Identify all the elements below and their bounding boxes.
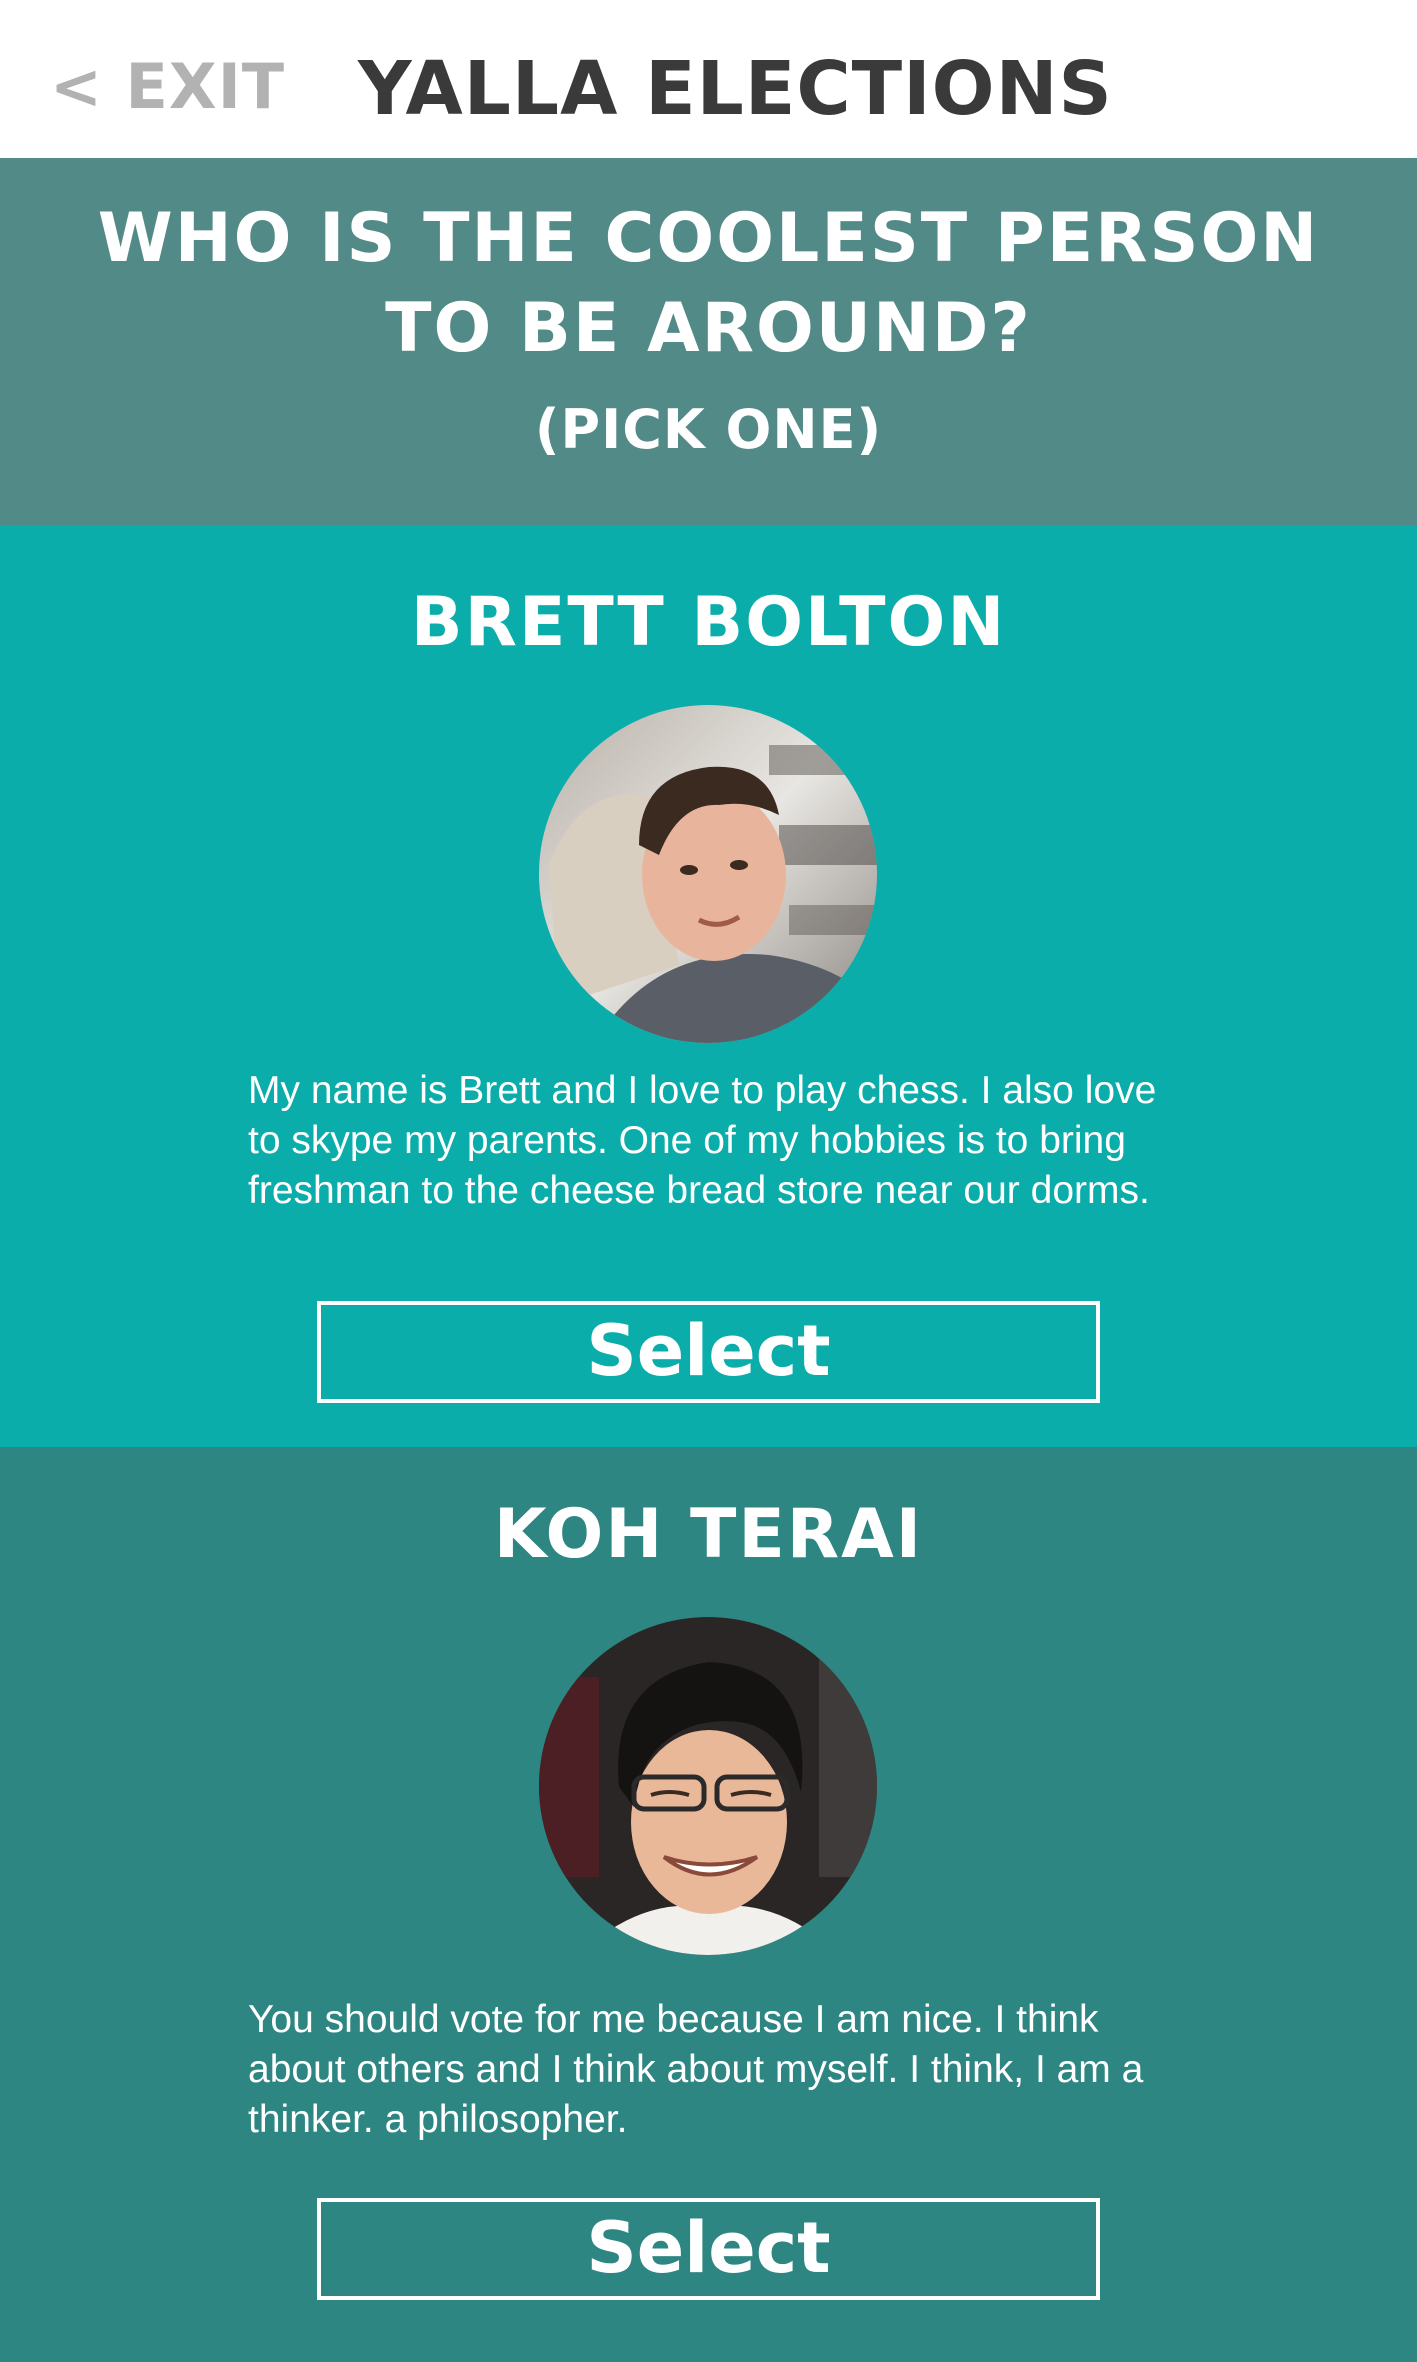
candidate-name: BRETT BOLTON: [410, 583, 1007, 662]
candidate-bio: My name is Brett and I love to play ches…: [248, 1069, 1157, 1212]
avatar-photo-koh-icon: [539, 1617, 877, 1955]
question-instruction: (PICK ONE): [534, 398, 883, 461]
exit-button[interactable]: < EXIT: [50, 50, 285, 123]
avatar: [539, 1617, 877, 1955]
select-button[interactable]: Select: [317, 2198, 1100, 2300]
select-button[interactable]: Select: [317, 1301, 1100, 1403]
candidate-card-brett: BRETT BOLTON My name is Brett and I love: [0, 525, 1417, 1447]
candidate-name: KOH TERAI: [493, 1495, 924, 1574]
question-banner: WHO IS THE COOLEST PERSON TO BE AROUND? …: [0, 158, 1417, 525]
question-title: WHO IS THE COOLEST PERSON TO BE AROUND?: [0, 194, 1417, 374]
avatar: [539, 705, 877, 1043]
app-title: YALLA ELECTIONS: [358, 46, 1113, 132]
question-title-text: WHO IS THE COOLEST PERSON TO BE AROUND?: [97, 199, 1320, 368]
avatar-photo-brett-icon: [539, 705, 877, 1043]
candidate-bio: You should vote for me because I am nice…: [248, 1998, 1144, 2141]
candidate-card-koh: KOH TERAI You should vote for me because…: [0, 1447, 1417, 2362]
top-bar: < EXIT YALLA ELECTIONS: [0, 0, 1417, 158]
